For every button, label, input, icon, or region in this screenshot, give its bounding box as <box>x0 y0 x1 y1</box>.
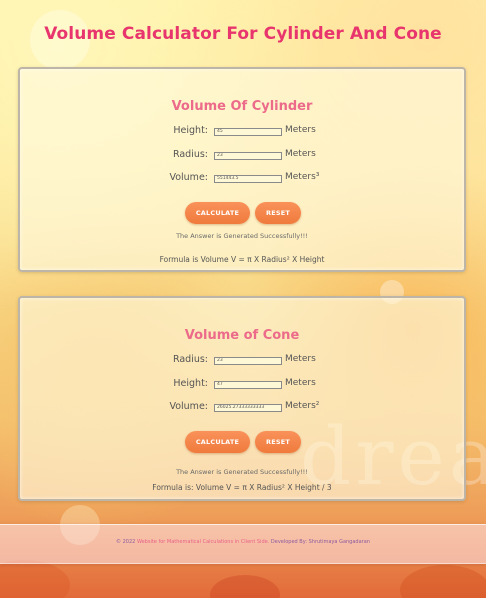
cylinder-formula: Formula is Volume V = π X Radius² X Heig… <box>159 255 325 264</box>
cone-status-message: The Answer is Generated Successfully!!! <box>176 468 308 476</box>
cylinder-volume-label: Volume: <box>169 172 208 183</box>
leaf-blur <box>400 565 486 598</box>
cone-radius-unit: Meters <box>285 354 316 364</box>
leaf-blur <box>0 560 70 598</box>
footer-text: © 2022 Website for Mathematical Calculat… <box>0 539 486 545</box>
cone-title: Volume of Cone <box>184 328 300 343</box>
cone-reset-button[interactable]: RESET <box>255 431 301 453</box>
cylinder-height-row: Height: 45 Meters <box>20 125 464 141</box>
cylinder-reset-button[interactable]: RESET <box>255 202 301 224</box>
cylinder-height-unit: Meters <box>285 125 316 135</box>
cone-formula: Formula is: Volume V = π X Radius² X Hei… <box>152 483 332 492</box>
cylinder-volume-unit: Meters³ <box>285 172 320 182</box>
cone-radius-input[interactable]: 23 <box>214 357 282 365</box>
cylinder-radius-input[interactable]: 23 <box>214 152 282 160</box>
cylinder-height-label: Height: <box>173 125 208 136</box>
cone-volume-label: Volume: <box>169 401 208 412</box>
cylinder-volume-row: Volume: 551443.5 Meters³ <box>20 172 464 188</box>
cone-volume-output[interactable]: 26025.27333333333 <box>214 404 282 412</box>
footer-site-link[interactable]: Website for Mathematical Calculations in… <box>137 539 269 545</box>
cylinder-calculate-button[interactable]: CALCULATE <box>185 202 250 224</box>
footer-copyright: © 2022 <box>116 539 137 545</box>
cylinder-radius-unit: Meters <box>285 149 316 159</box>
cone-volume-row: Volume: 26025.27333333333 Meters² <box>20 401 464 417</box>
cylinder-card: Volume Of Cylinder Height: 45 Meters Rad… <box>18 67 466 272</box>
footer: © 2022 Website for Mathematical Calculat… <box>0 524 486 564</box>
cylinder-radius-label: Radius: <box>172 149 208 160</box>
cone-card: Volume of Cone Radius: 23 Meters Height:… <box>18 296 466 501</box>
cone-height-input[interactable]: 47 <box>214 381 282 389</box>
cone-volume-unit: Meters² <box>285 401 320 411</box>
cylinder-height-input[interactable]: 45 <box>214 128 282 136</box>
cone-height-row: Height: 47 Meters <box>20 378 464 394</box>
cylinder-title: Volume Of Cylinder <box>171 99 313 114</box>
cylinder-volume-output[interactable]: 551443.5 <box>214 175 282 183</box>
cylinder-status-message: The Answer is Generated Successfully!!! <box>176 232 308 240</box>
cone-calculate-button[interactable]: CALCULATE <box>185 431 250 453</box>
page-title: Volume Calculator For Cylinder And Cone <box>44 24 442 44</box>
cone-height-label: Height: <box>173 378 208 389</box>
cone-radius-label: Radius: <box>172 354 208 365</box>
cone-height-unit: Meters <box>285 378 316 388</box>
cylinder-radius-row: Radius: 23 Meters <box>20 149 464 165</box>
cone-radius-row: Radius: 23 Meters <box>20 354 464 370</box>
leaf-blur <box>210 575 280 598</box>
footer-developer: Developed By: Shrutimaya Gangadaran <box>269 539 370 545</box>
